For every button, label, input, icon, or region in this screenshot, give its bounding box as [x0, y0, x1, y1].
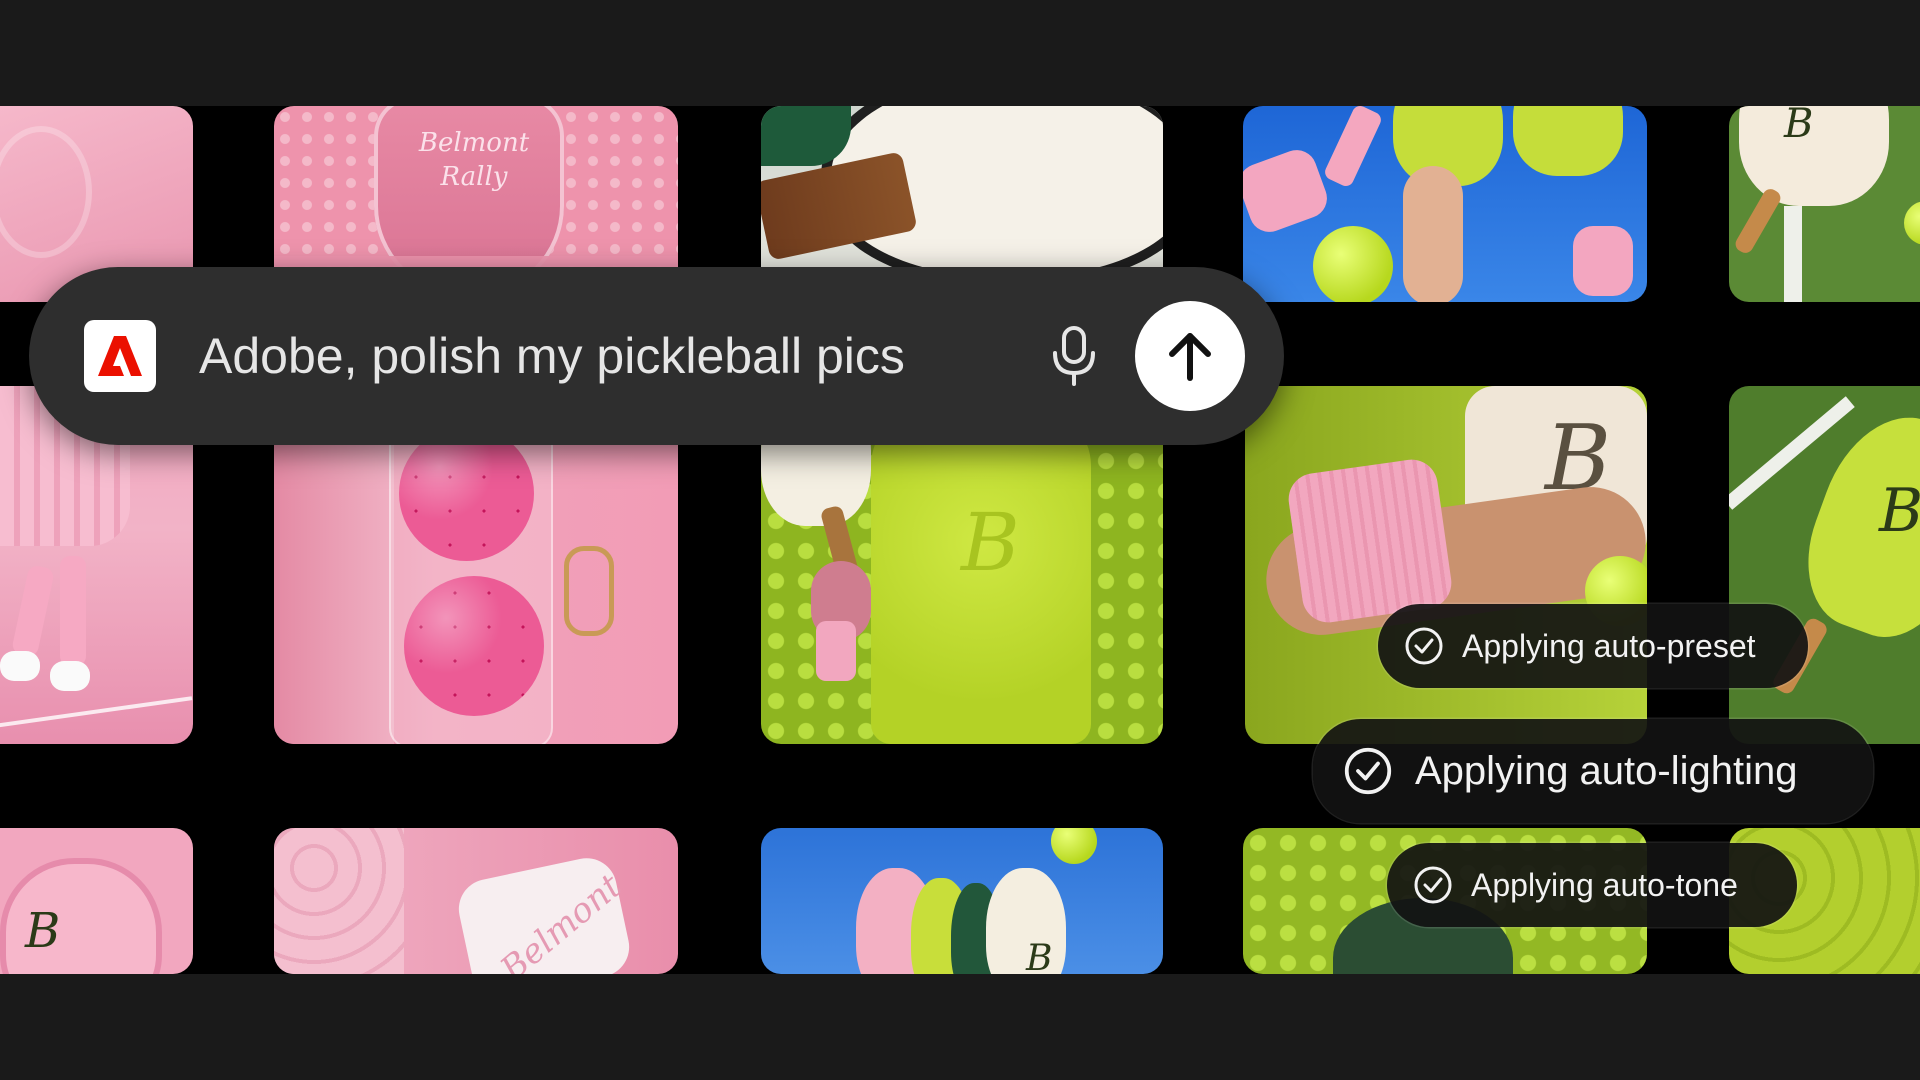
monogram-text: B [25, 903, 61, 959]
status-label: Applying auto-lighting [1415, 748, 1798, 793]
send-button[interactable] [1135, 301, 1245, 411]
status-pill-auto-lighting: Applying auto-lighting [1313, 719, 1873, 823]
pink-ball [399, 426, 534, 561]
paddle-monogram: B [1879, 476, 1920, 546]
adobe-logo-icon[interactable] [84, 320, 156, 392]
status-label: Applying auto-tone [1471, 866, 1738, 903]
pickleball [1313, 226, 1393, 302]
status-pill-auto-preset: Applying auto-preset [1378, 604, 1808, 688]
bag-logo-text: Belmont Rally [418, 128, 530, 192]
photo-tile-wristband-belmont[interactable]: Belmont [274, 828, 678, 974]
photo-tile-paddles-sky[interactable]: B [761, 828, 1163, 974]
pickleball [1051, 828, 1097, 864]
photo-tile-wristband-ball[interactable]: B [1245, 386, 1647, 744]
photo-tile-pink-paddle[interactable]: B [0, 828, 193, 974]
status-label: Applying auto-preset [1462, 627, 1756, 664]
status-pill-auto-tone: Applying auto-tone [1387, 843, 1797, 927]
check-circle-icon [1343, 746, 1393, 796]
prompt-bar[interactable]: Adobe, polish my pickleball pics [29, 267, 1284, 445]
paddle-monogram: B [1026, 938, 1053, 974]
photo-tile-paddle-green-court[interactable]: B [1729, 386, 1920, 744]
check-circle-icon [1413, 865, 1453, 905]
pink-ball [404, 576, 544, 716]
microphone-icon[interactable] [1039, 321, 1109, 391]
pickleball [1904, 201, 1920, 245]
paddle-monogram: B [1784, 106, 1814, 147]
photo-tile-hands-paddles-sky[interactable] [1243, 106, 1647, 302]
arrow-up-icon [1169, 333, 1211, 381]
dress-monogram: B [961, 496, 1020, 589]
check-circle-icon [1404, 626, 1444, 666]
prompt-text[interactable]: Adobe, polish my pickleball pics [199, 327, 905, 385]
photo-tile-paddle-court[interactable]: B [1729, 106, 1920, 302]
